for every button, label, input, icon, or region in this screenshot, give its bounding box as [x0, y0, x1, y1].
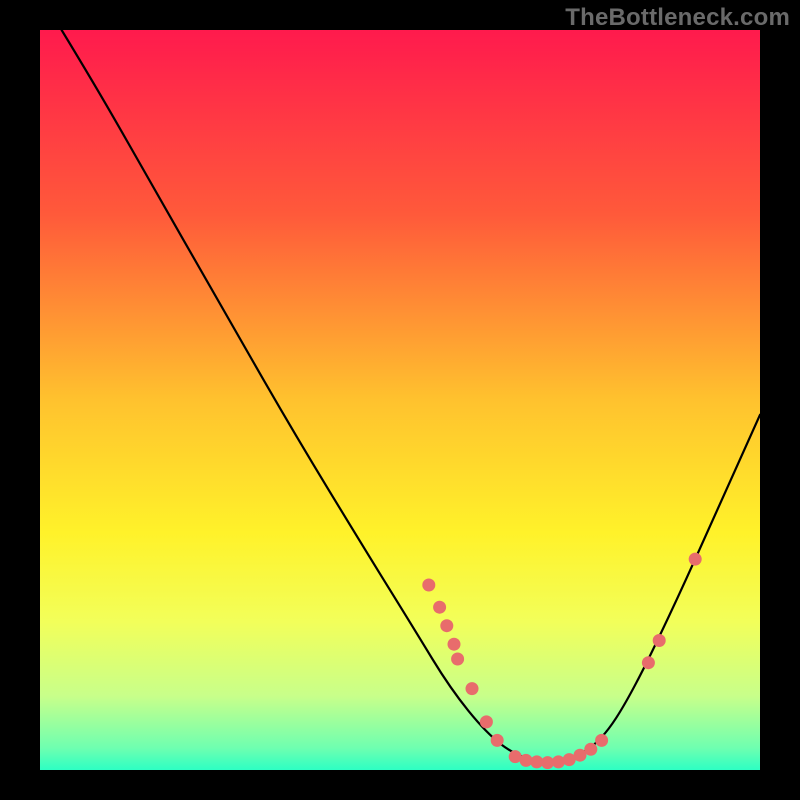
- data-marker: [480, 715, 493, 728]
- data-marker: [584, 743, 597, 756]
- data-marker: [451, 653, 464, 666]
- chart-frame: TheBottleneck.com: [0, 0, 800, 800]
- data-marker: [422, 579, 435, 592]
- data-marker: [466, 682, 479, 695]
- data-marker: [491, 734, 504, 747]
- data-marker: [653, 634, 666, 647]
- data-marker: [595, 734, 608, 747]
- watermark-text: TheBottleneck.com: [565, 4, 790, 32]
- bottleneck-chart: [0, 0, 800, 800]
- data-marker: [689, 553, 702, 566]
- data-marker: [433, 601, 446, 614]
- data-marker: [642, 656, 655, 669]
- data-marker: [552, 755, 565, 768]
- data-marker: [440, 619, 453, 632]
- data-marker: [448, 638, 461, 651]
